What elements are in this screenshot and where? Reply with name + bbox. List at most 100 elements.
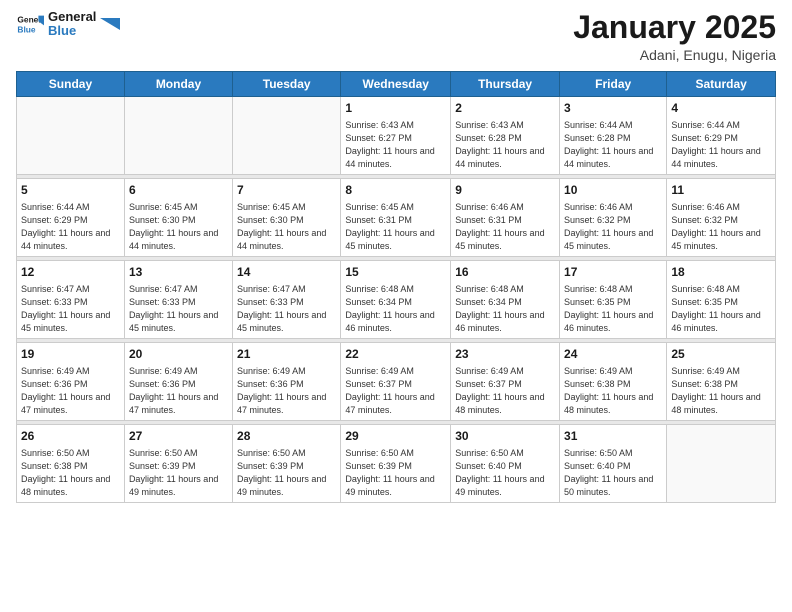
calendar-week-row: 5Sunrise: 6:44 AM Sunset: 6:29 PM Daylig… <box>17 179 776 257</box>
calendar-week-row: 1 Sunrise: 6:43 AM Sunset: 6:27 PM Daylig… <box>17 97 776 175</box>
calendar-cell: 18 Sunrise: 6:48 AM Sunset: 6:35 PM Dayli… <box>667 261 776 339</box>
day-number: 4 <box>671 100 771 117</box>
day-info: Sunrise: 6:49 AM Sunset: 6:38 PM Dayligh… <box>671 365 771 417</box>
calendar-cell: 21 Sunrise: 6:49 AM Sunset: 6:36 PM Dayli… <box>233 343 341 421</box>
calendar-week-row: 19Sunrise: 6:49 AM Sunset: 6:36 PM Dayli… <box>17 343 776 421</box>
day-info: Sunrise: 6:45 AM Sunset: 6:31 PM Dayligh… <box>345 201 446 253</box>
weekday-header-row: SundayMondayTuesdayWednesdayThursdayFrid… <box>17 72 776 97</box>
page: General Blue General Blue January 2025 A… <box>0 0 792 612</box>
calendar-cell: 28 Sunrise: 6:50 AM Sunset: 6:39 PM Dayli… <box>233 425 341 503</box>
day-number: 17 <box>564 264 662 281</box>
day-number: 30 <box>455 428 555 445</box>
day-number: 22 <box>345 346 446 363</box>
weekday-header-saturday: Saturday <box>667 72 776 97</box>
calendar-cell: 26 Sunrise: 6:50 AM Sunset: 6:38 PM Dayli… <box>17 425 125 503</box>
day-info: Sunrise: 6:48 AM Sunset: 6:35 PM Dayligh… <box>671 283 771 335</box>
calendar-cell <box>233 97 341 175</box>
calendar-cell: 4 Sunrise: 6:44 AM Sunset: 6:29 PM Daylig… <box>667 97 776 175</box>
day-info: Sunrise: 6:49 AM Sunset: 6:36 PM Dayligh… <box>237 365 336 417</box>
calendar-cell: 27Sunrise: 6:50 AM Sunset: 6:39 PM Dayli… <box>124 425 232 503</box>
day-info: Sunrise: 6:50 AM Sunset: 6:40 PM Dayligh… <box>564 447 662 499</box>
day-info: Sunrise: 6:46 AM Sunset: 6:31 PM Dayligh… <box>455 201 555 253</box>
calendar-cell: 11Sunrise: 6:46 AM Sunset: 6:32 PM Dayli… <box>667 179 776 257</box>
calendar-cell: 17Sunrise: 6:48 AM Sunset: 6:35 PM Dayli… <box>560 261 667 339</box>
day-number: 21 <box>237 346 336 363</box>
day-number: 11 <box>671 182 771 199</box>
day-info: Sunrise: 6:43 AM Sunset: 6:28 PM Dayligh… <box>455 119 555 171</box>
calendar-cell: 16 Sunrise: 6:48 AM Sunset: 6:34 PM Dayli… <box>451 261 560 339</box>
day-info: Sunrise: 6:47 AM Sunset: 6:33 PM Dayligh… <box>21 283 120 335</box>
day-number: 2 <box>455 100 555 117</box>
calendar-cell: 5Sunrise: 6:44 AM Sunset: 6:29 PM Daylig… <box>17 179 125 257</box>
day-info: Sunrise: 6:45 AM Sunset: 6:30 PM Dayligh… <box>237 201 336 253</box>
calendar-cell: 1 Sunrise: 6:43 AM Sunset: 6:27 PM Daylig… <box>341 97 451 175</box>
calendar-cell: 14 Sunrise: 6:47 AM Sunset: 6:33 PM Dayli… <box>233 261 341 339</box>
day-info: Sunrise: 6:44 AM Sunset: 6:28 PM Dayligh… <box>564 119 662 171</box>
calendar-table: SundayMondayTuesdayWednesdayThursdayFrid… <box>16 71 776 503</box>
calendar-cell: 10Sunrise: 6:46 AM Sunset: 6:32 PM Dayli… <box>560 179 667 257</box>
month-title: January 2025 <box>573 10 776 45</box>
logo-arrow-icon <box>100 14 120 34</box>
day-number: 28 <box>237 428 336 445</box>
day-number: 24 <box>564 346 662 363</box>
weekday-header-monday: Monday <box>124 72 232 97</box>
calendar-cell: 29Sunrise: 6:50 AM Sunset: 6:39 PM Dayli… <box>341 425 451 503</box>
calendar-cell: 8 Sunrise: 6:45 AM Sunset: 6:31 PM Daylig… <box>341 179 451 257</box>
calendar-cell: 24 Sunrise: 6:49 AM Sunset: 6:38 PM Dayli… <box>560 343 667 421</box>
day-info: Sunrise: 6:44 AM Sunset: 6:29 PM Dayligh… <box>21 201 120 253</box>
weekday-header-wednesday: Wednesday <box>341 72 451 97</box>
day-info: Sunrise: 6:47 AM Sunset: 6:33 PM Dayligh… <box>237 283 336 335</box>
day-number: 8 <box>345 182 446 199</box>
day-info: Sunrise: 6:44 AM Sunset: 6:29 PM Dayligh… <box>671 119 771 171</box>
weekday-header-thursday: Thursday <box>451 72 560 97</box>
calendar-cell: 20 Sunrise: 6:49 AM Sunset: 6:36 PM Dayli… <box>124 343 232 421</box>
day-number: 13 <box>129 264 228 281</box>
day-info: Sunrise: 6:47 AM Sunset: 6:33 PM Dayligh… <box>129 283 228 335</box>
calendar-cell: 13 Sunrise: 6:47 AM Sunset: 6:33 PM Dayli… <box>124 261 232 339</box>
logo-general-text: General <box>48 10 96 24</box>
day-number: 16 <box>455 264 555 281</box>
day-info: Sunrise: 6:49 AM Sunset: 6:36 PM Dayligh… <box>21 365 120 417</box>
day-info: Sunrise: 6:46 AM Sunset: 6:32 PM Dayligh… <box>564 201 662 253</box>
location-subtitle: Adani, Enugu, Nigeria <box>573 47 776 63</box>
day-number: 9 <box>455 182 555 199</box>
calendar-cell <box>17 97 125 175</box>
day-info: Sunrise: 6:49 AM Sunset: 6:37 PM Dayligh… <box>345 365 446 417</box>
day-number: 26 <box>21 428 120 445</box>
calendar-cell: 22 Sunrise: 6:49 AM Sunset: 6:37 PM Dayli… <box>341 343 451 421</box>
calendar-cell: 12 Sunrise: 6:47 AM Sunset: 6:33 PM Dayli… <box>17 261 125 339</box>
title-block: January 2025 Adani, Enugu, Nigeria <box>573 10 776 63</box>
day-number: 12 <box>21 264 120 281</box>
day-info: Sunrise: 6:49 AM Sunset: 6:38 PM Dayligh… <box>564 365 662 417</box>
day-number: 1 <box>345 100 446 117</box>
day-number: 18 <box>671 264 771 281</box>
calendar-cell: 15Sunrise: 6:48 AM Sunset: 6:34 PM Dayli… <box>341 261 451 339</box>
calendar-cell: 30Sunrise: 6:50 AM Sunset: 6:40 PM Dayli… <box>451 425 560 503</box>
calendar-cell: 7 Sunrise: 6:45 AM Sunset: 6:30 PM Daylig… <box>233 179 341 257</box>
calendar-week-row: 26 Sunrise: 6:50 AM Sunset: 6:38 PM Dayli… <box>17 425 776 503</box>
day-info: Sunrise: 6:50 AM Sunset: 6:39 PM Dayligh… <box>237 447 336 499</box>
day-info: Sunrise: 6:43 AM Sunset: 6:27 PM Dayligh… <box>345 119 446 171</box>
calendar-cell <box>124 97 232 175</box>
day-number: 7 <box>237 182 336 199</box>
calendar-cell: 3Sunrise: 6:44 AM Sunset: 6:28 PM Daylig… <box>560 97 667 175</box>
day-info: Sunrise: 6:48 AM Sunset: 6:34 PM Dayligh… <box>455 283 555 335</box>
calendar-cell <box>667 425 776 503</box>
day-number: 14 <box>237 264 336 281</box>
calendar-cell: 6Sunrise: 6:45 AM Sunset: 6:30 PM Daylig… <box>124 179 232 257</box>
day-number: 20 <box>129 346 228 363</box>
logo-icon: General Blue <box>16 10 44 38</box>
day-number: 23 <box>455 346 555 363</box>
logo-blue-text: Blue <box>48 24 96 38</box>
calendar-week-row: 12 Sunrise: 6:47 AM Sunset: 6:33 PM Dayli… <box>17 261 776 339</box>
logo: General Blue General Blue <box>16 10 120 39</box>
day-info: Sunrise: 6:45 AM Sunset: 6:30 PM Dayligh… <box>129 201 228 253</box>
svg-text:Blue: Blue <box>17 25 35 35</box>
day-info: Sunrise: 6:49 AM Sunset: 6:36 PM Dayligh… <box>129 365 228 417</box>
day-info: Sunrise: 6:50 AM Sunset: 6:38 PM Dayligh… <box>21 447 120 499</box>
calendar-cell: 9 Sunrise: 6:46 AM Sunset: 6:31 PM Daylig… <box>451 179 560 257</box>
calendar-cell: 25Sunrise: 6:49 AM Sunset: 6:38 PM Dayli… <box>667 343 776 421</box>
weekday-header-tuesday: Tuesday <box>233 72 341 97</box>
weekday-header-sunday: Sunday <box>17 72 125 97</box>
calendar-cell: 23Sunrise: 6:49 AM Sunset: 6:37 PM Dayli… <box>451 343 560 421</box>
